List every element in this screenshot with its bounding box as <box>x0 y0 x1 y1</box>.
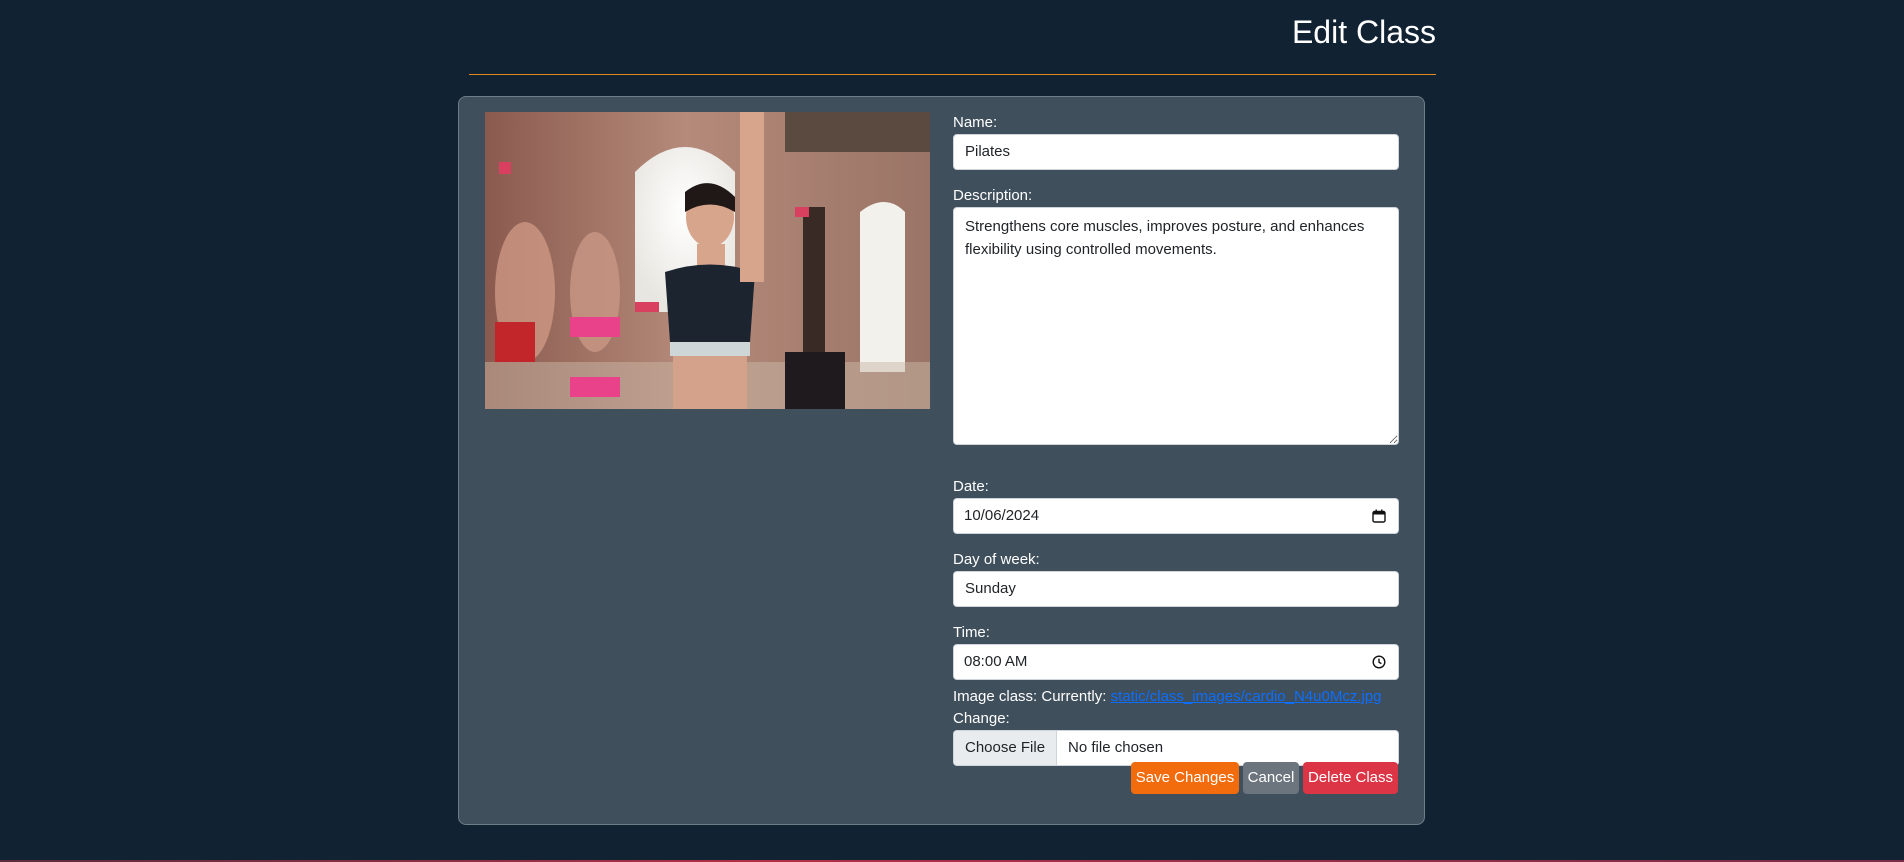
date-input[interactable]: 10/06/2024 <box>953 498 1399 534</box>
date-label: Date: <box>953 478 989 495</box>
class-photo <box>485 112 930 409</box>
class-photo-image <box>485 112 930 409</box>
change-label: Change: <box>953 710 1010 727</box>
day-of-week-label: Day of week: <box>953 551 1040 568</box>
file-status-text: No file chosen <box>1068 739 1164 756</box>
description-textarea[interactable]: Strengthens core muscles, improves postu… <box>953 207 1399 445</box>
name-input[interactable]: Pilates <box>953 134 1399 170</box>
image-class-label: Image class: Currently: static/class_ima… <box>953 688 1382 705</box>
date-value: 10/06/2024 <box>964 507 1040 524</box>
edit-class-card: Name: Pilates Description: Strengthens c… <box>458 96 1425 825</box>
time-label: Time: <box>953 624 990 641</box>
description-label: Description: <box>953 187 1033 204</box>
save-changes-button[interactable]: Save Changes <box>1131 762 1239 794</box>
calendar-icon[interactable] <box>1372 509 1386 523</box>
clock-icon[interactable] <box>1372 655 1386 669</box>
page-title: Edit Class <box>1291 14 1436 50</box>
name-label: Name: <box>953 114 998 131</box>
day-of-week-input[interactable]: Sunday <box>953 571 1399 607</box>
delete-class-button[interactable]: Delete Class <box>1303 762 1398 794</box>
time-input[interactable]: 08:00 AM <box>953 644 1399 680</box>
title-divider <box>469 74 1436 75</box>
time-value: 08:00 AM <box>964 653 1028 670</box>
image-file-input[interactable]: Choose File No file chosen <box>953 730 1399 766</box>
image-class-current-label: Image class: Currently: <box>953 688 1107 705</box>
choose-file-button[interactable]: Choose File <box>954 731 1058 765</box>
current-image-link[interactable]: static/class_images/cardio_N4u0Mcz.jpg <box>1111 688 1382 705</box>
cancel-button[interactable]: Cancel <box>1243 762 1299 794</box>
